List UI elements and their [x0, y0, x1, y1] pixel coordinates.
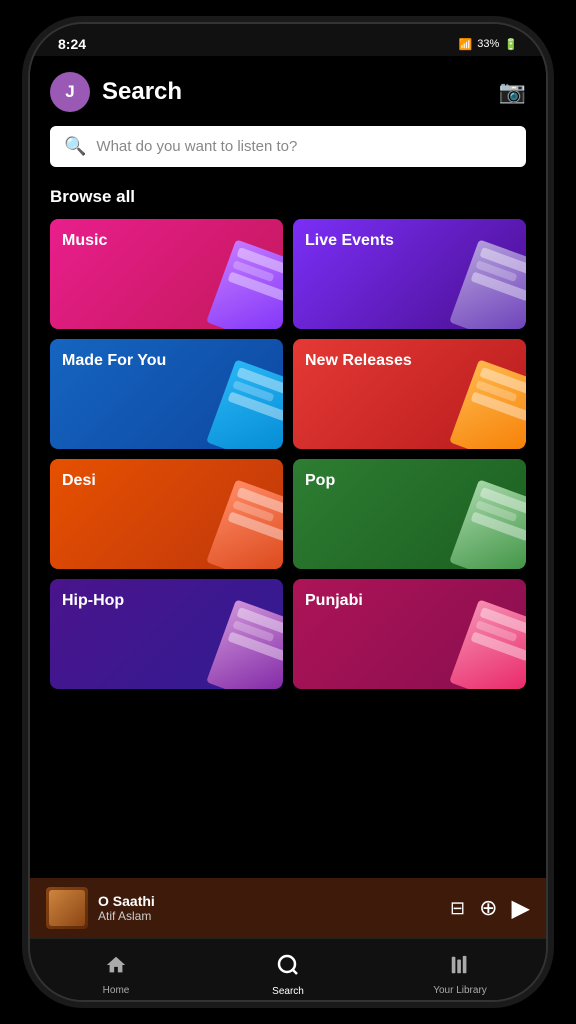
category-art-punjabi: [449, 599, 526, 689]
category-card-music[interactable]: Music: [50, 219, 283, 329]
np-controls: ⊟ ⊕ ▶: [450, 894, 530, 923]
category-card-hip-hop[interactable]: Hip-Hop: [50, 579, 283, 689]
camera-icon[interactable]: 📷: [499, 79, 526, 105]
search-nav-icon: [276, 953, 300, 983]
avatar[interactable]: J: [50, 72, 90, 112]
np-connect-button[interactable]: ⊟: [450, 898, 465, 919]
browse-label: Browse all: [30, 183, 546, 219]
nav-label-home: Home: [103, 985, 130, 996]
search-input-placeholder: What do you want to listen to?: [96, 138, 297, 155]
nav-item-search[interactable]: Search: [202, 953, 374, 997]
category-card-punjabi[interactable]: Punjabi: [293, 579, 526, 689]
np-play-button[interactable]: ▶: [512, 894, 530, 923]
category-label-desi: Desi: [62, 471, 96, 490]
home-icon: [105, 954, 127, 982]
np-add-button[interactable]: ⊕: [479, 895, 497, 921]
nav-item-library[interactable]: Your Library: [374, 954, 546, 996]
category-card-desi[interactable]: Desi: [50, 459, 283, 569]
nav-label-search: Search: [272, 986, 304, 997]
nav-item-home[interactable]: Home: [30, 954, 202, 996]
nav-label-library: Your Library: [433, 985, 487, 996]
now-playing-bar[interactable]: O Saathi Atif Aslam ⊟ ⊕ ▶: [30, 878, 546, 938]
library-icon: [449, 954, 471, 982]
category-art-music: [206, 239, 283, 329]
category-label-punjabi: Punjabi: [305, 591, 363, 610]
battery-text: 33%: [477, 38, 499, 50]
status-time: 8:24: [58, 36, 86, 52]
category-card-pop[interactable]: Pop: [293, 459, 526, 569]
page-title: Search: [102, 78, 182, 106]
np-info: O Saathi Atif Aslam: [98, 893, 440, 923]
header: J Search 📷: [30, 56, 546, 122]
bottom-nav: Home Search Your Library: [30, 938, 546, 1002]
search-icon: 🔍: [64, 136, 86, 157]
status-icons: 📶 33% 🔋: [459, 38, 518, 51]
category-card-live-events[interactable]: Live Events: [293, 219, 526, 329]
category-label-made-for-you: Made For You: [62, 351, 166, 370]
np-title: O Saathi: [98, 893, 440, 909]
category-label-live-events: Live Events: [305, 231, 394, 250]
category-art-live-events: [449, 239, 526, 329]
signal-icon: 📶: [459, 38, 473, 51]
category-art-desi: [206, 479, 283, 569]
status-bar: 8:24 📶 33% 🔋: [30, 24, 546, 56]
category-art-new-releases: [449, 359, 526, 449]
category-label-new-releases: New Releases: [305, 351, 412, 370]
app-content: J Search 📷 🔍 What do you want to listen …: [30, 56, 546, 878]
category-art-pop: [449, 479, 526, 569]
category-card-new-releases[interactable]: New Releases: [293, 339, 526, 449]
category-art-made-for-you: [206, 359, 283, 449]
search-bar[interactable]: 🔍 What do you want to listen to?: [50, 126, 526, 167]
battery-icon: 🔋: [504, 38, 518, 51]
phone-frame: 8:24 📶 33% 🔋 J Search 📷 🔍 What do you wa…: [28, 22, 548, 1002]
category-grid: Music Live Events: [30, 219, 546, 689]
np-thumbnail: [46, 887, 88, 929]
header-left: J Search: [50, 72, 182, 112]
category-card-made-for-you[interactable]: Made For You: [50, 339, 283, 449]
category-label-music: Music: [62, 231, 107, 250]
category-label-hip-hop: Hip-Hop: [62, 591, 124, 610]
np-artist: Atif Aslam: [98, 909, 440, 923]
category-label-pop: Pop: [305, 471, 335, 490]
category-art-hip-hop: [206, 599, 283, 689]
